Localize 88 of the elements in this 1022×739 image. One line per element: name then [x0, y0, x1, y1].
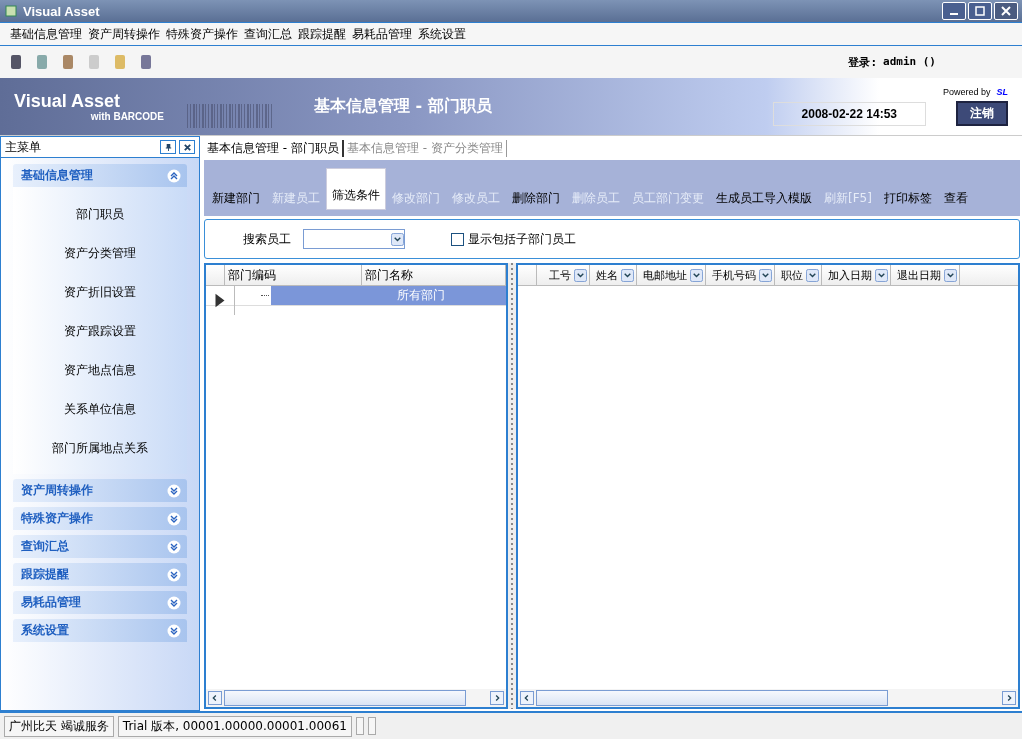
- column-header[interactable]: 加入日期: [822, 265, 891, 285]
- expand-icon: [167, 539, 181, 554]
- dropdown-icon[interactable]: [574, 268, 587, 282]
- column-header[interactable]: 部门名称: [362, 265, 506, 285]
- menu-link[interactable]: 资产地点信息: [64, 351, 136, 390]
- menu-group-header[interactable]: 系统设置: [13, 619, 187, 642]
- menu-link[interactable]: 资产跟踪设置: [64, 312, 136, 351]
- splitter-handle[interactable]: [508, 263, 516, 709]
- column-header[interactable]: 电邮地址: [637, 265, 706, 285]
- horizontal-scrollbar[interactable]: [518, 689, 1018, 707]
- expand-icon: [167, 595, 181, 610]
- status-panel: Trial 版本, 00001.00000.00001.00061: [117, 715, 352, 737]
- menu-link[interactable]: 关系单位信息: [64, 390, 136, 429]
- scroll-right-icon[interactable]: [1002, 691, 1016, 705]
- minimize-icon: [950, 13, 958, 15]
- expand-icon: [167, 483, 181, 498]
- menu-item[interactable]: 资产周转操作: [88, 25, 160, 43]
- dropdown-icon[interactable]: [690, 268, 703, 282]
- toolbar-button[interactable]: 生成员工导入模版: [710, 187, 818, 210]
- dropdown-icon: [391, 232, 404, 246]
- menu-item[interactable]: 系统设置: [418, 25, 466, 43]
- close-icon: [182, 142, 192, 152]
- expand-icon: [167, 567, 181, 582]
- menu-item[interactable]: 易耗品管理: [352, 25, 412, 43]
- column-header[interactable]: 部门编码: [225, 265, 362, 285]
- document-tab[interactable]: 基本信息管理 - 资产分类管理: [343, 139, 507, 157]
- menu-link[interactable]: 部门所属地点关系: [52, 429, 148, 468]
- powered-by-label: Powered by: [942, 87, 991, 97]
- menu-group-header[interactable]: 易耗品管理: [13, 591, 187, 614]
- empty-status-panel: [367, 717, 376, 735]
- employee-dropdown[interactable]: [303, 229, 405, 249]
- brand-logo: SL: [996, 87, 1008, 97]
- toolbar-button[interactable]: 删除部门: [506, 187, 566, 210]
- logout-button[interactable]: 注销: [956, 101, 1008, 126]
- toolbar-button[interactable]: 新建部门: [206, 187, 266, 210]
- checkbox-label: 显示包括子部门员工: [468, 230, 576, 248]
- column-header[interactable]: 手机号码: [706, 265, 775, 285]
- menu-link[interactable]: 资产折旧设置: [64, 273, 136, 312]
- sidebar-title: 主菜单: [5, 138, 41, 156]
- pin-button[interactable]: [160, 140, 176, 154]
- document-tab[interactable]: 基本信息管理 - 部门职员: [204, 139, 344, 157]
- scroll-left-icon[interactable]: [208, 691, 222, 705]
- login-label: 登录:: [848, 54, 877, 70]
- column-header[interactable]: 工号: [537, 265, 590, 285]
- toolbar-button[interactable]: 查看: [937, 187, 974, 210]
- menu-link[interactable]: 资产分类管理: [64, 234, 136, 273]
- menu-item[interactable]: 跟踪提醒: [298, 25, 346, 43]
- menu-link[interactable]: 部门职员: [76, 195, 124, 234]
- login-user: admin (): [883, 54, 936, 70]
- close-button[interactable]: [179, 140, 195, 154]
- minimize-button[interactable]: [942, 2, 966, 20]
- scroll-left-icon[interactable]: [520, 691, 534, 705]
- app-icon: [4, 4, 18, 18]
- logo-text: Visual Asset: [14, 91, 122, 111]
- column-header[interactable]: 退出日期: [891, 265, 960, 285]
- empty-status-panel: [355, 717, 364, 735]
- status-panel: 广州比天 竭诚服务: [4, 715, 114, 737]
- menu-group-header[interactable]: 查询汇总: [13, 535, 187, 558]
- menu-item[interactable]: 查询汇总: [244, 25, 292, 43]
- dropdown-icon[interactable]: [875, 268, 888, 282]
- column-header[interactable]: 职位: [775, 265, 822, 285]
- menu-group-header[interactable]: 跟踪提醒: [13, 563, 187, 586]
- checkbox[interactable]: [451, 232, 464, 246]
- menu-group-header[interactable]: 特殊资产操作: [13, 507, 187, 530]
- datetime-display: 2008-02-22 14:53: [772, 101, 926, 126]
- menu-item[interactable]: 特殊资产操作: [166, 25, 238, 43]
- scroll-right-icon[interactable]: [490, 691, 504, 705]
- maximize-icon: [975, 6, 985, 16]
- dropdown-icon[interactable]: [621, 268, 634, 282]
- dropdown-icon[interactable]: [759, 268, 772, 282]
- dropdown-icon[interactable]: [944, 268, 957, 282]
- search-label: 搜索员工: [243, 230, 291, 248]
- collapse-icon: [167, 168, 181, 183]
- dropdown-icon[interactable]: [806, 268, 819, 282]
- menu-group-header[interactable]: 资产周转操作: [13, 479, 187, 502]
- column-header[interactable]: 姓名: [590, 265, 637, 285]
- expand-icon: [167, 511, 181, 526]
- toolbar-button[interactable]: 筛选条件: [326, 168, 386, 210]
- maximize-button[interactable]: [968, 2, 992, 20]
- horizontal-scrollbar[interactable]: [206, 689, 506, 707]
- page-title: 基本信息管理 - 部门职员: [314, 96, 493, 117]
- expand-icon: [167, 623, 181, 638]
- close-icon: [1001, 6, 1011, 16]
- menu-group-header[interactable]: 基础信息管理: [13, 164, 187, 187]
- window-title: Visual Asset: [23, 3, 101, 19]
- toolbar-button[interactable]: 打印标签: [877, 187, 938, 210]
- logo-subtitle: with BARCODE: [90, 111, 164, 122]
- menu-item[interactable]: 基础信息管理: [10, 25, 82, 43]
